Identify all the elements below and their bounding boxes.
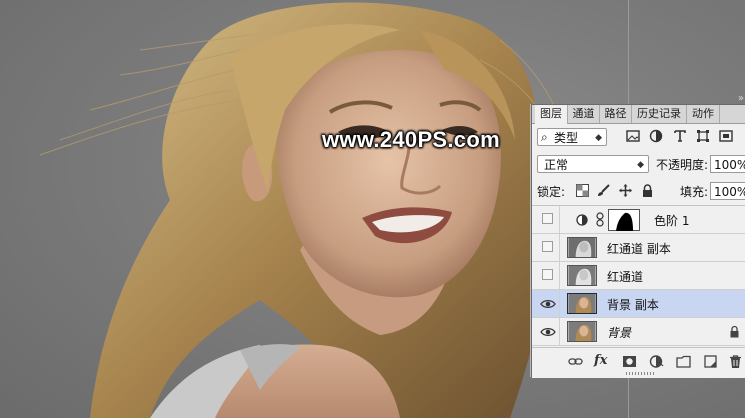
- layer-thumbnail: [567, 321, 597, 342]
- fill-input[interactable]: 100%: [710, 182, 745, 200]
- opacity-input[interactable]: 100%: [710, 155, 745, 173]
- tab-layers[interactable]: 图层: [535, 105, 568, 124]
- tab-paths[interactable]: 路径: [600, 105, 632, 123]
- lock-icon[interactable]: [729, 325, 740, 338]
- lock-all-icon[interactable]: [641, 184, 654, 197]
- layer-name: 背景 副本: [607, 298, 659, 312]
- layers-panel: » 图层 通道 路径 历史记录 动作 ⌕ 类型 ◆ 正常 ◆ 不透明度: 100…: [531, 93, 745, 378]
- visibility-toggle[interactable]: [542, 269, 553, 280]
- layer-row-background-copy[interactable]: 背景 副本: [532, 290, 745, 318]
- layer-row-red-channel[interactable]: 红通道: [532, 262, 745, 290]
- delete-layer-icon[interactable]: [728, 354, 743, 369]
- filter-kind-label: 类型: [554, 131, 579, 145]
- lock-image-icon[interactable]: [597, 184, 610, 197]
- layer-name: 色阶 1: [654, 214, 690, 228]
- image-filter-icon[interactable]: [626, 129, 640, 143]
- eye-icon[interactable]: [540, 298, 556, 310]
- adjustment-filter-icon[interactable]: [649, 129, 663, 143]
- tab-channels[interactable]: 通道: [568, 105, 600, 123]
- smart-object-filter-icon[interactable]: [719, 129, 733, 143]
- lock-transparent-icon[interactable]: [576, 184, 589, 197]
- layer-filter-select[interactable]: ⌕ 类型 ◆: [537, 128, 607, 146]
- panel-collapse-button[interactable]: »: [738, 93, 744, 104]
- eye-icon[interactable]: [540, 326, 556, 338]
- adjustment-layer-icon: [576, 214, 588, 226]
- link-layers-icon[interactable]: [568, 354, 583, 369]
- row-divider: [559, 290, 560, 317]
- panel-tab-bar: 图层 通道 路径 历史记录 动作: [532, 105, 745, 124]
- layer-name: 背景: [607, 326, 632, 340]
- layer-row-background[interactable]: 背景: [532, 318, 745, 346]
- add-mask-icon[interactable]: [622, 354, 637, 369]
- lock-position-icon[interactable]: [619, 184, 632, 197]
- layer-thumbnail: [567, 293, 597, 314]
- shape-filter-icon[interactable]: [696, 129, 710, 143]
- search-icon: ⌕: [541, 130, 548, 144]
- layer-mask-thumbnail[interactable]: [608, 209, 640, 231]
- blend-mode-select[interactable]: 正常 ◆: [537, 155, 649, 173]
- layer-name: 红通道 副本: [607, 242, 671, 256]
- row-divider: [559, 262, 560, 289]
- row-divider: [559, 206, 560, 233]
- tab-history[interactable]: 历史记录: [632, 105, 687, 123]
- row-divider: [559, 318, 560, 345]
- new-adjustment-icon[interactable]: [649, 354, 664, 369]
- opacity-label: 不透明度:: [656, 158, 709, 172]
- mask-link-icon[interactable]: [596, 212, 604, 227]
- layer-style-icon[interactable]: fx: [594, 353, 607, 368]
- layer-row-red-channel-copy[interactable]: 红通道 副本: [532, 234, 745, 262]
- watermark-text: www.240PS.com: [322, 127, 500, 152]
- type-filter-icon[interactable]: [673, 129, 687, 143]
- row-divider: [559, 234, 560, 261]
- layer-thumbnail: [567, 237, 597, 258]
- fill-label: 填充:: [680, 185, 709, 199]
- lock-label: 锁定:: [537, 185, 566, 199]
- blend-mode-value: 正常: [544, 158, 569, 172]
- layer-row-levels-1[interactable]: 色阶 1: [532, 206, 745, 234]
- layers-list: 色阶 1 红通道 副本 红通道 背景 副本 背景: [532, 205, 745, 348]
- resize-grip[interactable]: [626, 372, 656, 375]
- layer-name: 红通道: [607, 270, 644, 284]
- visibility-toggle[interactable]: [542, 213, 553, 224]
- new-layer-icon[interactable]: [703, 354, 718, 369]
- layer-thumbnail: [567, 265, 597, 286]
- chevron-down-icon: ◆: [637, 160, 644, 170]
- layers-panel-footer: fx: [532, 347, 745, 378]
- new-group-icon[interactable]: [676, 354, 691, 369]
- tab-actions[interactable]: 动作: [687, 105, 720, 123]
- visibility-toggle[interactable]: [542, 241, 553, 252]
- chevron-down-icon: ◆: [595, 133, 602, 143]
